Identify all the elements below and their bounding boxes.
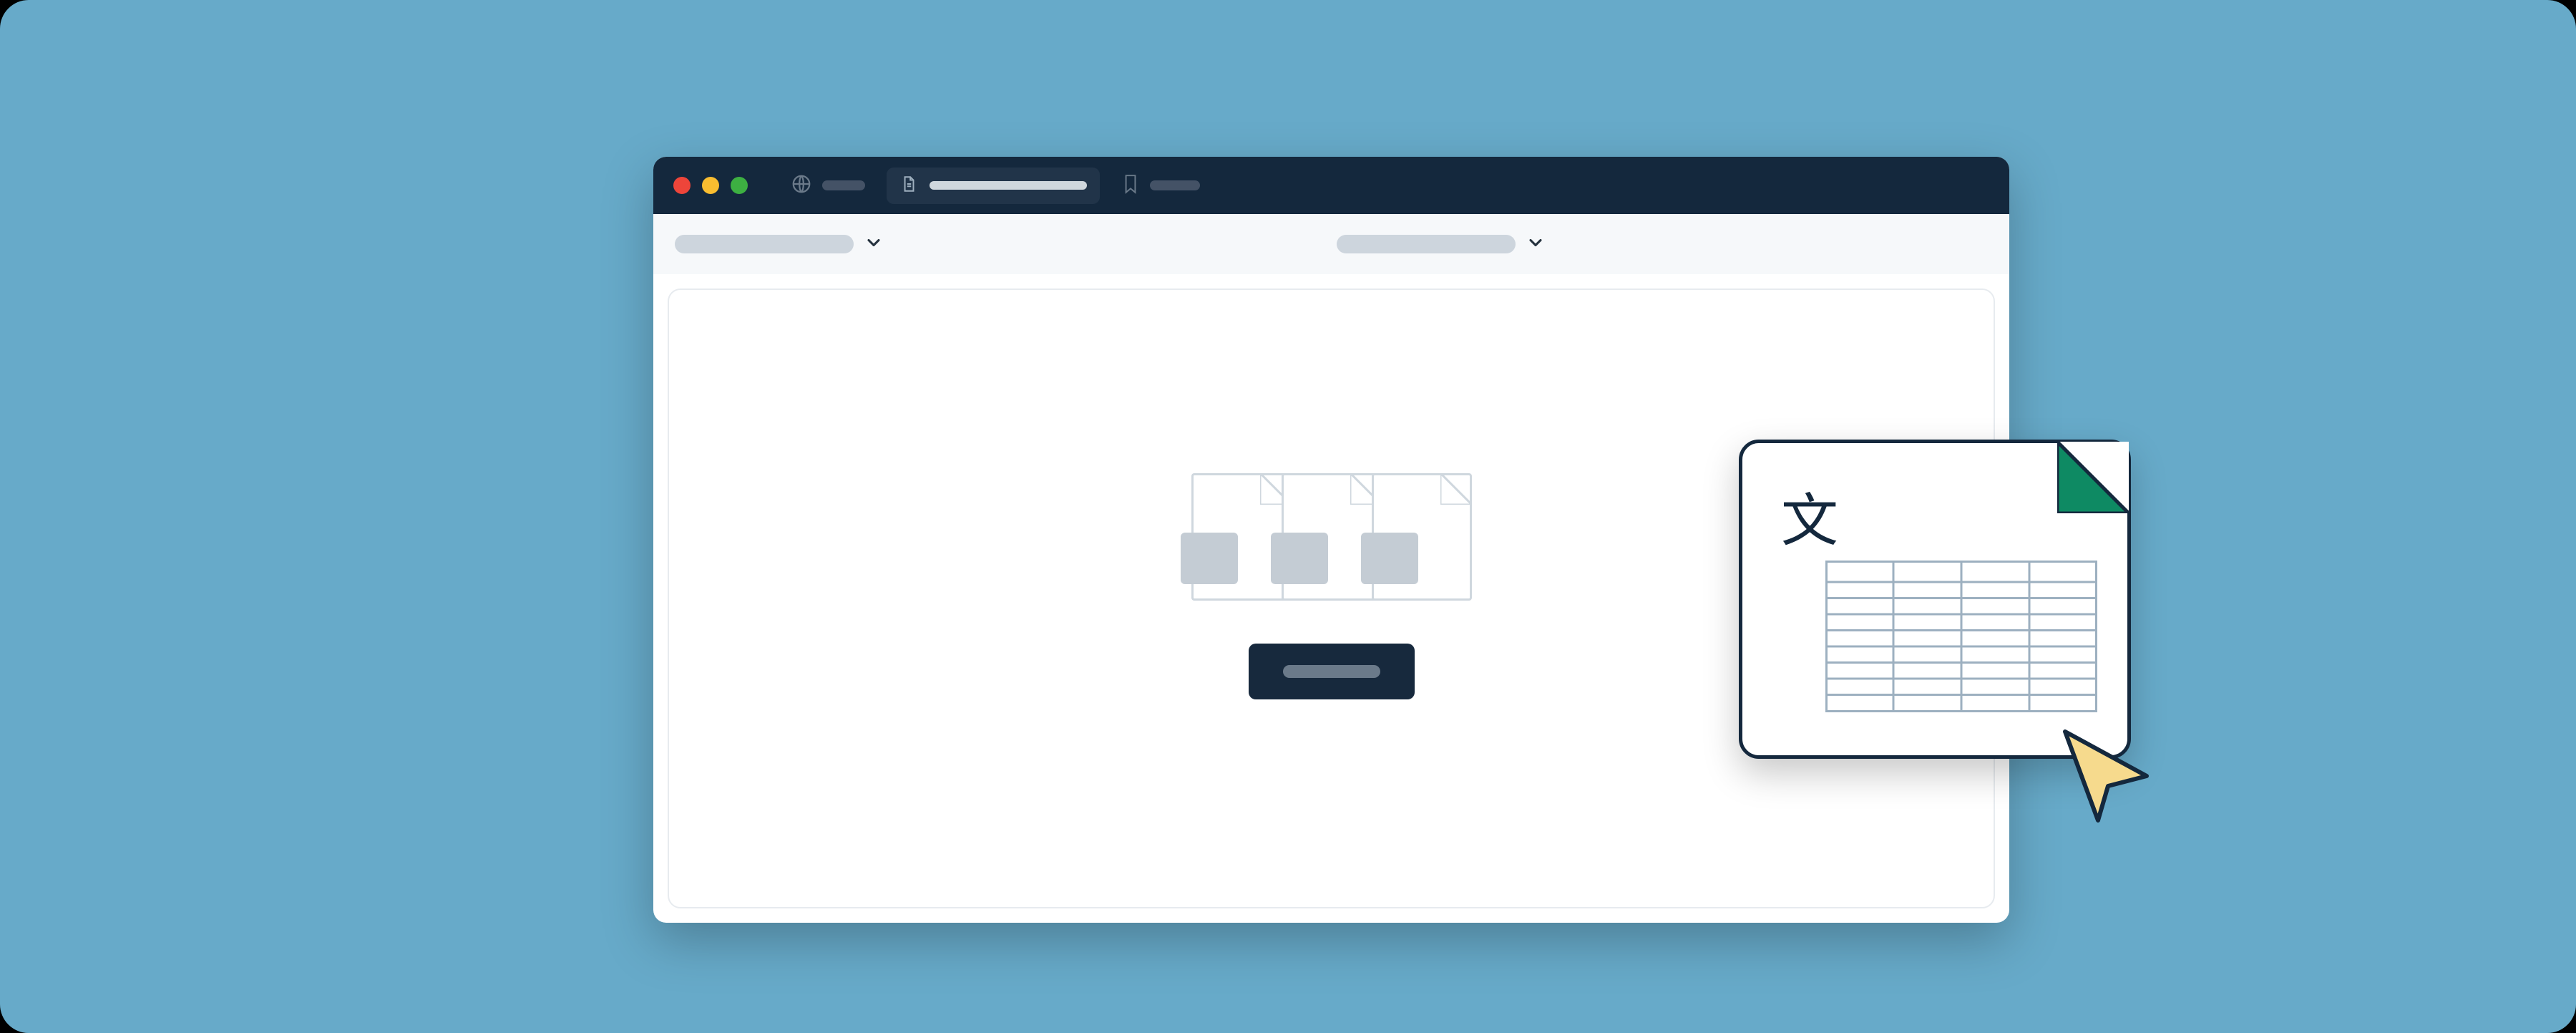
upload-button-label bbox=[1283, 665, 1380, 678]
chevron-down-icon bbox=[864, 233, 884, 256]
dropdown-right-label bbox=[1337, 235, 1516, 253]
url-placeholder bbox=[930, 181, 1087, 190]
bookmark-group bbox=[1121, 173, 1200, 198]
dropdown-left[interactable] bbox=[675, 233, 884, 256]
bookmark-icon[interactable] bbox=[1121, 173, 1140, 198]
site-name-placeholder bbox=[822, 180, 865, 190]
file-placeholder-icon bbox=[1372, 473, 1472, 601]
app-toolbar bbox=[653, 214, 2009, 274]
spreadsheet-file-card[interactable]: 文 bbox=[1739, 440, 2131, 759]
upload-dropzone[interactable] bbox=[1191, 473, 1472, 699]
minimize-window-button[interactable] bbox=[702, 177, 719, 194]
spreadsheet-grid-icon bbox=[1825, 561, 2097, 712]
browser-title-bar bbox=[653, 157, 2009, 214]
bookmark-label-placeholder bbox=[1150, 180, 1200, 190]
site-identity bbox=[791, 173, 865, 198]
chevron-down-icon bbox=[1526, 233, 1546, 256]
dropdown-right[interactable] bbox=[1337, 233, 1546, 256]
window-controls bbox=[673, 177, 748, 194]
address-bar[interactable] bbox=[887, 168, 1100, 204]
maximize-window-button[interactable] bbox=[731, 177, 748, 194]
globe-icon bbox=[791, 173, 812, 198]
file-placeholder-row bbox=[1191, 473, 1472, 601]
upload-button[interactable] bbox=[1249, 644, 1415, 699]
stage-background: 文 bbox=[0, 0, 2576, 1033]
close-window-button[interactable] bbox=[673, 177, 691, 194]
page-icon bbox=[899, 175, 918, 197]
folded-corner-icon bbox=[2057, 442, 2129, 513]
dropdown-left-label bbox=[675, 235, 854, 253]
translation-glyph-icon: 文 bbox=[1781, 475, 1838, 558]
cursor-icon bbox=[2052, 720, 2160, 828]
